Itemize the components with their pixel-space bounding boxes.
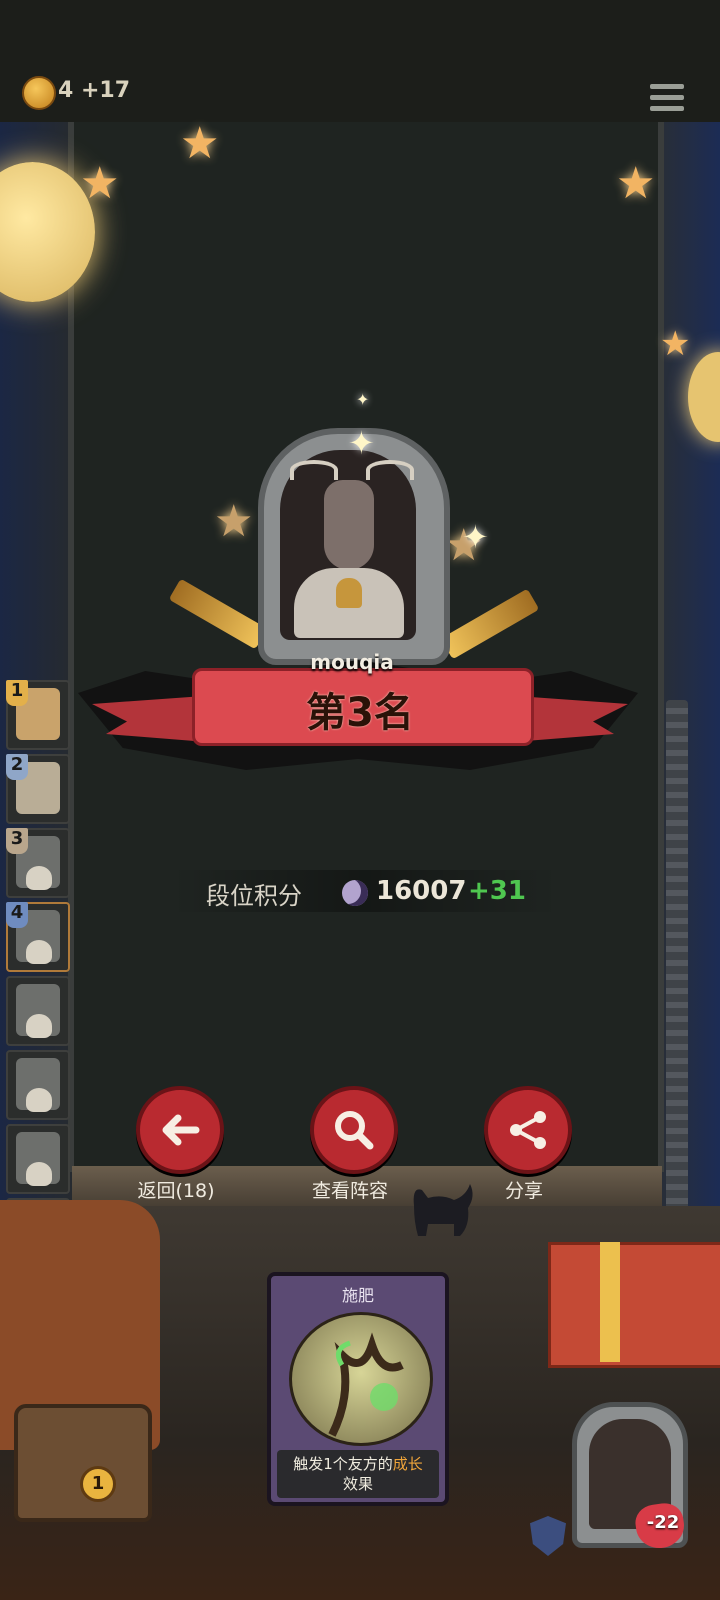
player-name: mouqia [310,650,394,674]
player-slot-self[interactable]: 4 [6,902,70,972]
moon-icon [342,880,368,906]
score-value: 16007 [376,876,467,906]
hamburger-menu-icon[interactable] [650,84,684,114]
health-value: -22 [646,1512,680,1533]
player-slot[interactable]: 3 [6,828,70,898]
bell-icon [336,578,362,608]
rank-number: 3 [6,828,28,854]
back-button[interactable] [136,1086,224,1174]
gift-box-decoration [548,1242,720,1368]
view-lineup-button[interactable] [310,1086,398,1174]
player-slot[interactable]: 1 [6,680,70,750]
card-title: 施肥 [341,1286,374,1305]
star-decoration: ★ [180,118,220,169]
score-delta: +31 [468,876,526,906]
crown-coin-icon [22,76,56,110]
skull-icon [26,1014,52,1038]
player-slot[interactable]: 2 [6,754,70,824]
back-button-label[interactable]: 返回(18) [101,1176,251,1203]
player-portrait-large [258,428,450,665]
top-bar: 4 +17 [0,0,720,124]
rank-label: 第3名 [306,690,414,736]
star-decoration: ★ [616,158,656,209]
rank-number: 4 [6,902,28,928]
sparkle-icon: ✦ [462,518,489,556]
skull-icon [26,1162,52,1186]
chest-level-badge: 1 [80,1466,116,1502]
stone-pillar [666,700,688,1240]
search-icon [335,1111,374,1150]
card-art-plant-icon [289,1312,433,1446]
gift-ribbon [600,1242,620,1362]
treasure-chest[interactable] [14,1404,152,1522]
score-label: 段位积分 [206,882,302,910]
share-label[interactable]: 分享 [449,1176,599,1203]
arrow-left-icon [162,1114,200,1146]
star-decoration: ★ [660,324,691,364]
sparkle-icon: ✦ [348,424,375,462]
player-slot[interactable] [6,1050,70,1120]
skull-icon [26,1088,52,1112]
player-slot[interactable] [6,1124,70,1194]
rank-number: 1 [6,680,28,706]
share-icon [510,1111,546,1149]
coin-counter: 4 +17 [58,78,131,103]
sparkle-icon: ✦ [356,390,370,409]
card-description: 触发1个友方的成长 效果 [277,1450,439,1498]
skull-icon [26,940,52,964]
share-button[interactable] [484,1086,572,1174]
hanging-star-icon: ★ [214,496,254,547]
player-slot[interactable] [6,976,70,1046]
skull-icon [26,866,52,890]
star-decoration: ★ [80,158,120,209]
view-lineup-label[interactable]: 查看阵容 [275,1176,425,1203]
rank-number: 2 [6,754,28,780]
spell-card[interactable]: 施肥 触发1个友方的成长 效果 [267,1272,449,1506]
